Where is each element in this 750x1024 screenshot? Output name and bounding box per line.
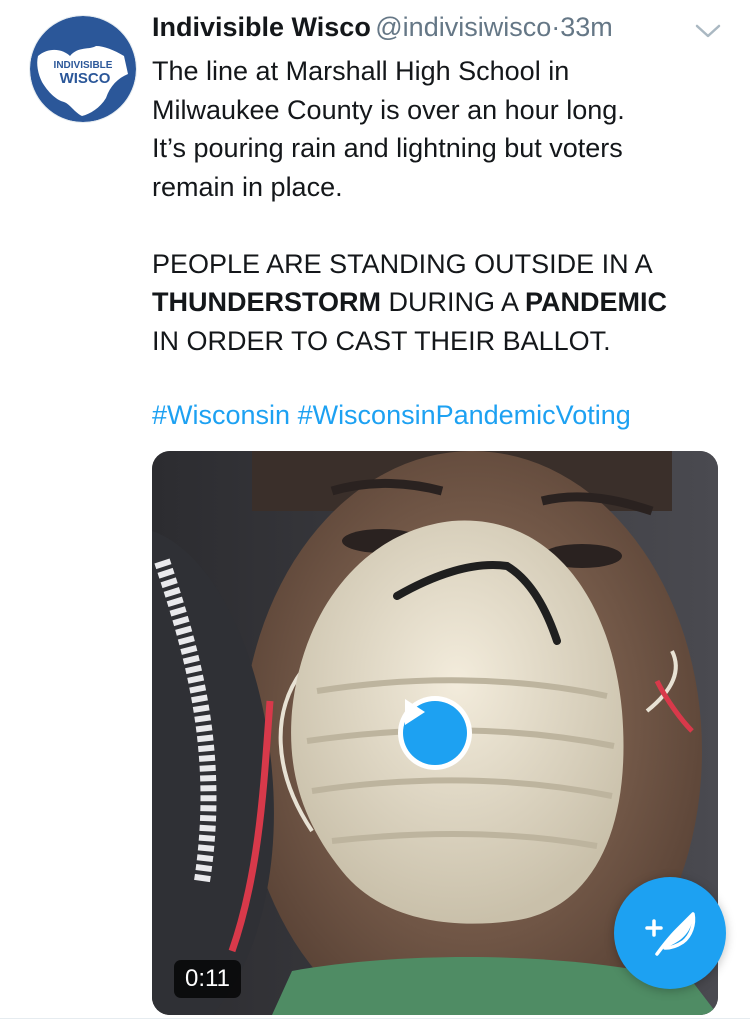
tweet-text-line: PEOPLE ARE STANDING OUTSIDE IN A xyxy=(152,248,653,279)
tweet-text-line: It’s pouring rain and lightning but vote… xyxy=(152,133,623,163)
tweet-text: The line at Marshall High School in Milw… xyxy=(152,52,727,360)
bold-word-pandemic: PANDEMIC xyxy=(525,287,668,317)
tweet-text-line: Milwaukee County is over an hour long. xyxy=(152,94,625,125)
tweet-text-fragment: DURING A xyxy=(381,287,526,317)
bold-word-thunderstorm: THUNDERSTORM xyxy=(152,287,381,317)
tweet-text-line: remain in place. xyxy=(152,171,343,202)
tweet-timestamp[interactable]: 33m xyxy=(560,12,613,42)
compose-tweet-icon xyxy=(645,912,696,956)
video-duration-badge: 0:11 xyxy=(174,960,241,998)
separator-dot: · xyxy=(551,12,561,42)
indivisible-wisco-logo: INDIVISIBLE WISCO xyxy=(30,16,136,122)
chevron-down-icon[interactable] xyxy=(694,22,722,40)
tweet-header: Indivisible Wisco @indivisiwisco·33m xyxy=(152,12,722,48)
author-name[interactable]: Indivisible Wisco xyxy=(152,12,371,42)
svg-text:WISCO: WISCO xyxy=(60,70,111,87)
hashtags: #Wisconsin #WisconsinPandemicVoting xyxy=(152,396,631,434)
divider xyxy=(0,1018,750,1019)
compose-tweet-button[interactable] xyxy=(614,877,726,989)
tweet-text-line: THUNDERSTORM DURING A PANDEMIC xyxy=(152,283,727,322)
hashtag-wisconsin[interactable]: #Wisconsin xyxy=(152,400,290,430)
hashtag-wisconsin-pandemic-voting[interactable]: #WisconsinPandemicVoting xyxy=(298,400,631,430)
play-button[interactable] xyxy=(398,696,472,770)
tweet-text-line: IN ORDER TO CAST THEIR BALLOT. xyxy=(152,325,611,356)
author-handle[interactable]: @indivisiwisco xyxy=(375,12,551,42)
play-icon xyxy=(403,699,467,765)
avatar[interactable]: INDIVISIBLE WISCO xyxy=(30,16,136,122)
tweet-text-line: The line at Marshall High School in xyxy=(152,56,570,86)
